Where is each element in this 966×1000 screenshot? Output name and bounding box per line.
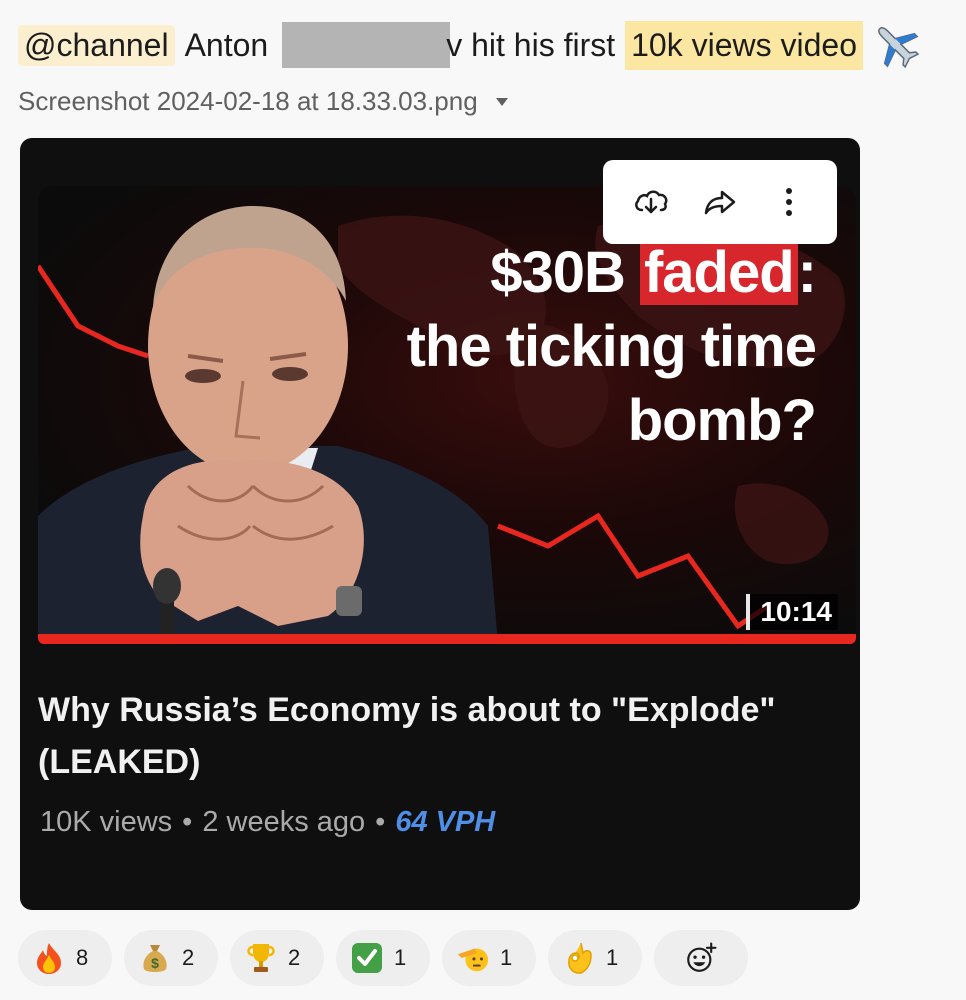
attachment-filename[interactable]: Screenshot 2024-02-18 at 18.33.03.png (18, 86, 508, 117)
svg-text:$: $ (151, 955, 159, 971)
ok-hand-icon (562, 941, 596, 975)
highlighted-text: 10k views video (625, 20, 864, 70)
reaction-count: 2 (182, 945, 195, 970)
headline-part1: $30B (490, 240, 640, 305)
meta-separator: • (375, 806, 386, 838)
headline-line2: the ticking time (406, 314, 817, 379)
airplane-icon (869, 18, 923, 72)
reaction-trophy[interactable]: 2 (230, 930, 324, 986)
watch-progress-bar (38, 634, 856, 644)
message-text: @channel Anton v hit his first 10k views… (18, 14, 923, 76)
message-text-after: v hit his first (446, 26, 616, 63)
reaction-count: 1 (394, 945, 407, 970)
share-icon[interactable] (696, 178, 744, 226)
reaction-count: 1 (606, 945, 619, 970)
add-reaction-icon (684, 941, 718, 975)
video-duration: 10:14 (746, 594, 838, 630)
upload-age: 2 weeks ago (202, 806, 366, 838)
video-title[interactable]: Why Russia’s Economy is about to "Explod… (38, 684, 818, 788)
video-thumbnail[interactable]: $30B faded: the ticking time bomb? 10:14 (38, 186, 856, 644)
views-per-hour: 64 VPH (395, 806, 496, 838)
money-bag-icon: $ (138, 941, 172, 975)
video-preview-card[interactable]: $30B faded: the ticking time bomb? 10:14 (20, 138, 860, 910)
thumbnail-headline: $30B faded: the ticking time bomb? (406, 236, 817, 458)
view-count: 10K views (40, 806, 173, 838)
redaction-box (282, 22, 451, 68)
reactions-bar: 8 $ 2 2 1 1 1 (18, 930, 748, 986)
channel-mention[interactable]: @channel (18, 24, 175, 66)
reaction-saluting-face[interactable]: 1 (442, 930, 536, 986)
chevron-down-icon[interactable] (495, 97, 508, 106)
headline-part2: : (797, 240, 817, 305)
reaction-count: 2 (288, 945, 301, 970)
reaction-fire[interactable]: 8 (18, 930, 112, 986)
headline-red: faded (639, 240, 798, 305)
more-options-icon[interactable] (765, 178, 813, 226)
reaction-count: 8 (76, 945, 89, 970)
trophy-icon (244, 941, 278, 975)
video-metadata: 10K views • 2 weeks ago • 64 VPH (40, 806, 495, 839)
saluting-face-icon (456, 941, 490, 975)
check-mark-icon (350, 941, 384, 975)
reaction-count: 1 (500, 945, 513, 970)
fire-icon (32, 941, 66, 975)
add-reaction-button[interactable] (654, 930, 748, 986)
reaction-check-mark[interactable]: 1 (336, 930, 430, 986)
message-text-before: Anton (184, 26, 269, 63)
reaction-money-bag[interactable]: $ 2 (124, 930, 218, 986)
file-actions-toolbar (603, 160, 837, 244)
meta-separator: • (182, 806, 193, 838)
headline-line3: bomb? (627, 388, 817, 453)
filename-text: Screenshot 2024-02-18 at 18.33.03.png (18, 86, 478, 116)
download-icon[interactable] (627, 178, 675, 226)
reaction-ok-hand[interactable]: 1 (548, 930, 642, 986)
